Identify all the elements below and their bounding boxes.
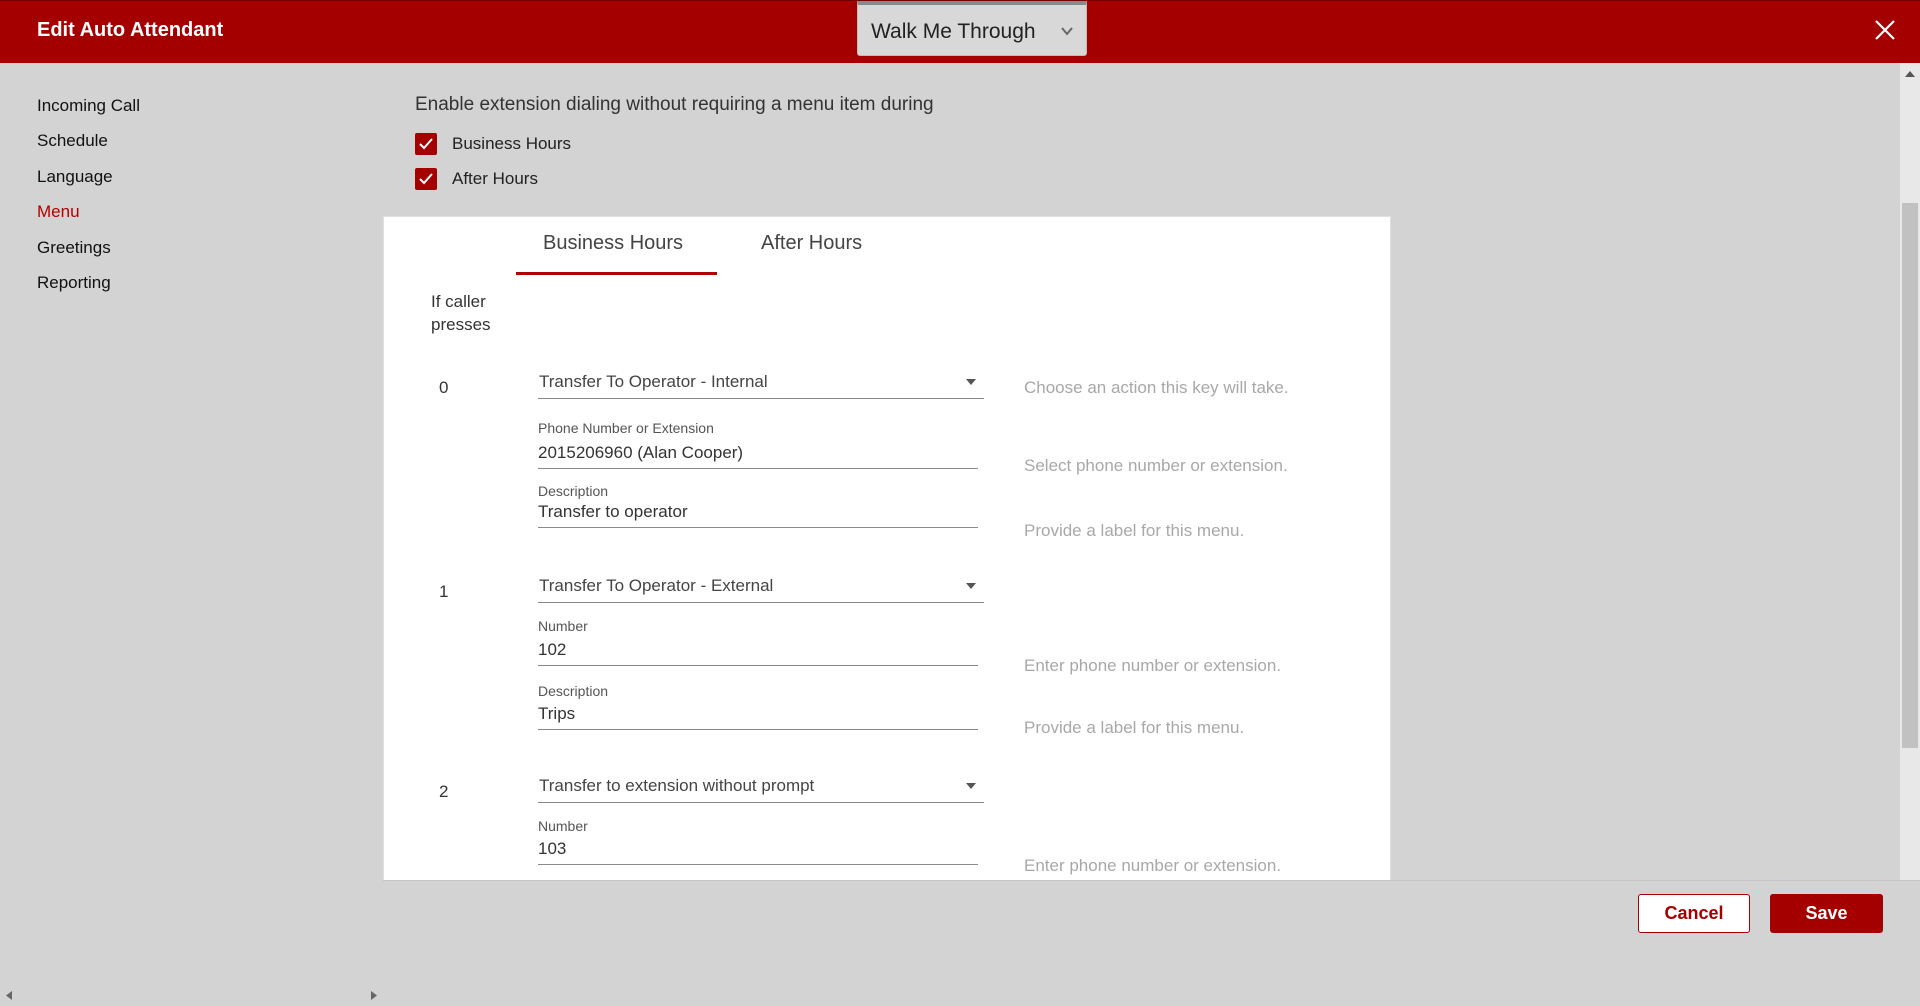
action-select-key-1[interactable]: Transfer To Operator - External: [538, 573, 984, 603]
dialog-title: Edit Auto Attendant: [37, 19, 224, 41]
menu-settings-panel: Enable extension dialing without requiri…: [383, 63, 1900, 880]
description-field-key-0[interactable]: Transfer to operator: [538, 498, 978, 528]
walk-me-through-label: Walk Me Through: [871, 20, 1036, 43]
checkbox-checked-icon: [415, 168, 437, 190]
number-label: Number: [538, 818, 588, 834]
number-hint: Enter phone number or extension.: [1024, 656, 1282, 675]
scroll-up-icon[interactable]: [1905, 71, 1915, 77]
description-hint: Provide a label for this menu.: [1024, 521, 1245, 540]
sidebar-nav: Incoming Call Schedule Language Menu Gre…: [0, 63, 383, 1000]
action-select-key-0[interactable]: Transfer To Operator - Internal: [538, 369, 984, 399]
description-label: Description: [538, 483, 609, 499]
description-hint: Provide a label for this menu.: [1024, 718, 1245, 737]
action-select-key-2[interactable]: Transfer to extension without prompt: [538, 773, 984, 803]
app-header: Edit Auto Attendant Walk Me Through: [0, 0, 1920, 63]
caret-down-icon: [966, 783, 976, 789]
cancel-button[interactable]: Cancel: [1638, 894, 1750, 933]
phone-number-field-key-0[interactable]: 2015206960 (Alan Cooper): [538, 439, 978, 469]
key-column-header: If caller presses: [431, 292, 491, 334]
menu-card: Business Hours After Hours If caller pre…: [383, 216, 1391, 880]
active-tab-indicator: [516, 272, 717, 275]
tab-after-hours[interactable]: After Hours: [761, 232, 862, 255]
sidebar-horizontal-scrollbar[interactable]: [0, 985, 383, 1006]
menu-key-1: 1: [439, 582, 449, 601]
description-field-key-1[interactable]: Trips: [538, 700, 978, 730]
description-label: Description: [538, 683, 609, 699]
number-field-key-1[interactable]: 102: [538, 636, 978, 666]
phone-number-label: Phone Number or Extension: [538, 420, 714, 436]
caret-down-icon: [966, 583, 976, 589]
sidebar-item-incoming-call[interactable]: Incoming Call: [37, 96, 140, 116]
chevron-down-icon: [1061, 27, 1073, 36]
save-button[interactable]: Save: [1770, 894, 1883, 933]
sidebar-item-reporting[interactable]: Reporting: [37, 273, 111, 293]
sidebar-item-language[interactable]: Language: [37, 167, 113, 187]
number-field-key-2[interactable]: 103: [538, 835, 978, 865]
vertical-scrollbar[interactable]: [1900, 63, 1920, 880]
close-icon[interactable]: [1870, 15, 1900, 45]
scrollbar-thumb[interactable]: [1902, 203, 1918, 748]
number-hint: Enter phone number or extension.: [1024, 856, 1282, 875]
tab-business-hours[interactable]: Business Hours: [543, 232, 683, 255]
menu-key-0: 0: [439, 378, 449, 397]
action-select-value: Transfer To Operator - Internal: [539, 372, 768, 391]
sidebar-item-greetings[interactable]: Greetings: [37, 238, 111, 258]
menu-key-2: 2: [439, 782, 449, 801]
phone-number-hint: Select phone number or extension.: [1024, 456, 1288, 475]
sidebar-item-menu[interactable]: Menu: [37, 202, 80, 222]
scroll-right-icon[interactable]: [371, 991, 377, 1000]
caret-down-icon: [966, 379, 976, 385]
sidebar-item-schedule[interactable]: Schedule: [37, 131, 108, 151]
checkbox-checked-icon: [415, 133, 437, 155]
business-hours-checkbox-label: Business Hours: [452, 134, 572, 153]
action-select-value: Transfer to extension without prompt: [539, 776, 815, 795]
action-select-value: Transfer To Operator - External: [539, 576, 774, 595]
number-label: Number: [538, 618, 588, 634]
walk-me-through-dropdown[interactable]: Walk Me Through: [857, 1, 1087, 56]
dialog-footer: Cancel Save: [383, 880, 1920, 943]
action-hint: Choose an action this key will take.: [1024, 378, 1289, 397]
scroll-left-icon[interactable]: [6, 991, 12, 1000]
after-hours-checkbox-label: After Hours: [452, 169, 538, 188]
extension-dialing-text: Enable extension dialing without requiri…: [415, 94, 934, 115]
